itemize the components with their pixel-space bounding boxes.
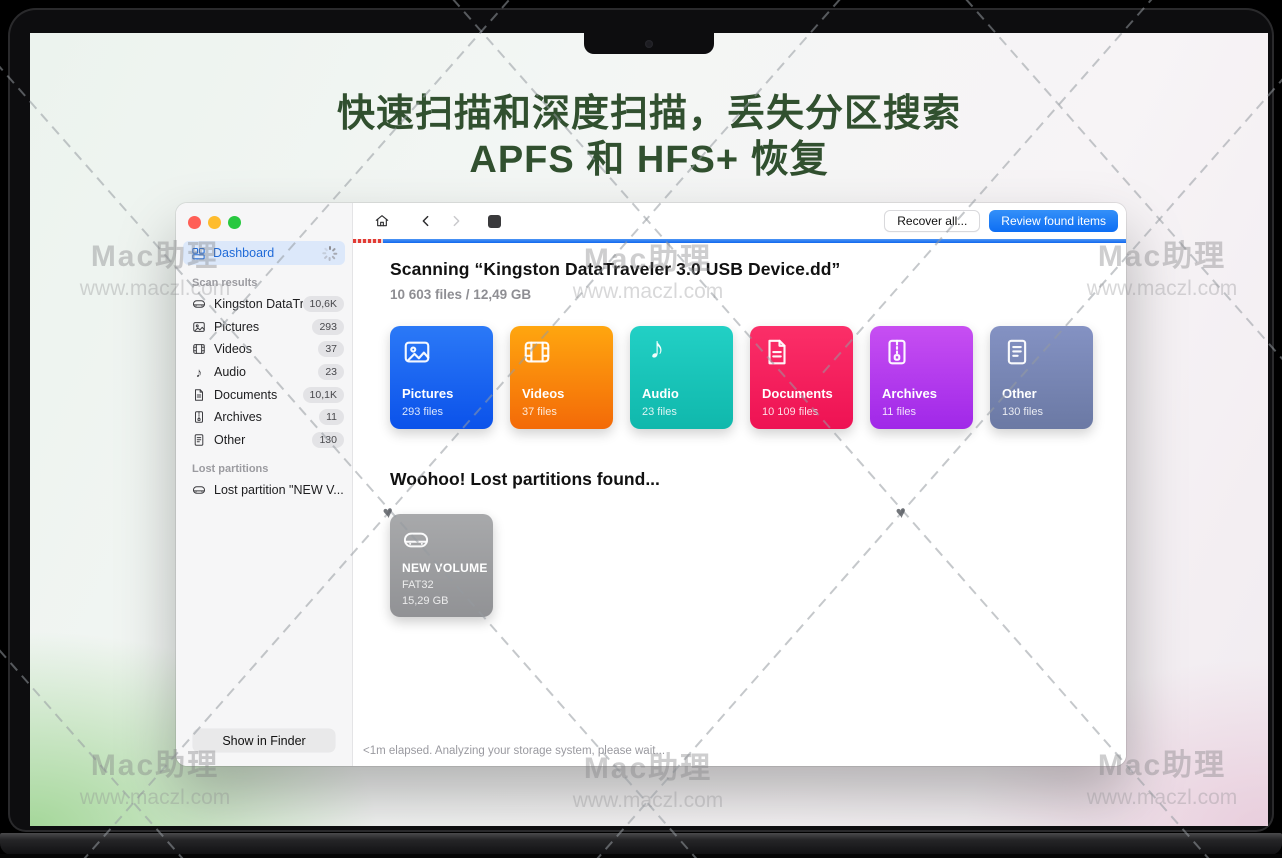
sidebar-item-label: Audio (214, 365, 246, 380)
status-bar: <1m elapsed. Analyzing your storage syst… (353, 736, 1126, 766)
sidebar-item-other[interactable]: Other 130 (176, 429, 352, 452)
lost-partitions-header: Lost partitions (192, 463, 269, 476)
card-label: Audio (642, 386, 679, 401)
card-archives[interactable]: Archives 11 files (870, 326, 973, 429)
sidebar-item-archives[interactable]: Archives 11 (176, 406, 352, 429)
sidebar-item-device[interactable]: Kingston DataTra... 10,6K (176, 293, 352, 316)
pictures-icon (193, 322, 205, 332)
show-in-finder-button[interactable]: Show in Finder (193, 729, 335, 752)
documents-icon (768, 339, 786, 365)
window-controls (176, 203, 352, 239)
documents-icon (195, 388, 203, 401)
card-files: 10 109 files (762, 406, 819, 418)
marketing-headline: 快速扫描和深度扫描，丢失分区搜索 APFS 和 HFS+ 恢复 (30, 91, 1268, 183)
disk-icon (192, 486, 206, 495)
card-label: Pictures (402, 386, 454, 401)
card-files: 23 files (642, 406, 677, 418)
status-text: <1m elapsed. Analyzing your storage syst… (363, 745, 666, 757)
laptop-base (0, 833, 1282, 855)
card-label: Videos (522, 386, 565, 401)
sidebar-item-videos[interactable]: Videos 37 (176, 338, 352, 361)
volume-name: NEW VOLUME (402, 561, 488, 575)
sidebar-item-count: 293 (312, 318, 344, 335)
sidebar-item-pictures[interactable]: Pictures 293 (176, 316, 352, 339)
scan-results-header: Scan results (192, 277, 258, 289)
lost-partitions-heading: Woohoo! Lost partitions found... (390, 469, 660, 489)
review-found-items-button[interactable]: Review found items (989, 210, 1118, 232)
toolbar: Recover all... Review found items (353, 203, 1126, 239)
audio-icon: ♪ (649, 332, 665, 365)
volume-filesystem: FAT32 (402, 579, 434, 591)
card-files: 130 files (1002, 406, 1043, 418)
back-button[interactable] (411, 209, 441, 233)
card-pictures[interactable]: Pictures 293 files (390, 326, 493, 429)
sidebar-item-label: Kingston DataTra... (214, 297, 303, 312)
dashboard-icon (192, 247, 205, 259)
sidebar: Dashboard Scan results Kingston DataTra.… (176, 203, 353, 766)
card-label: Other (1002, 386, 1037, 401)
card-videos[interactable]: Videos 37 files (510, 326, 613, 429)
lost-volume-card[interactable]: NEW VOLUME FAT32 15,29 GB (390, 514, 493, 617)
sidebar-item-dashboard[interactable]: Dashboard (183, 241, 345, 265)
recover-all-button[interactable]: Recover all... (884, 210, 981, 232)
card-files: 293 files (402, 406, 443, 418)
headline-line2: APFS 和 HFS+ 恢复 (469, 139, 829, 181)
archives-icon (195, 411, 203, 424)
scanning-subtitle: 10 603 files / 12,49 GB (390, 287, 532, 302)
headline-line1: 快速扫描和深度扫描，丢失分区搜索 (336, 93, 961, 135)
main-panel: Recover all... Review found items Scanni… (353, 203, 1126, 766)
sidebar-item-count: 11 (319, 409, 344, 426)
sidebar-item-lost-partition[interactable]: Lost partition "NEW V..." (176, 479, 352, 502)
sidebar-item-label: Pictures (214, 319, 260, 334)
card-files: 11 files (882, 406, 917, 418)
archives-icon (888, 339, 906, 365)
stop-icon (487, 214, 501, 228)
laptop-screen: 快速扫描和深度扫描，丢失分区搜索 APFS 和 HFS+ 恢复 Dashboar… (30, 33, 1268, 826)
camera-icon (645, 40, 653, 48)
stop-scan-button[interactable] (479, 209, 509, 233)
volume-size: 15,29 GB (402, 595, 449, 607)
sidebar-item-count: 23 (318, 364, 344, 381)
card-label: Archives (882, 386, 937, 401)
sidebar-item-count: 10,6K (302, 296, 344, 313)
sidebar-item-audio[interactable]: ♪ Audio 23 (176, 361, 352, 384)
notch (584, 33, 714, 54)
app-window: Dashboard Scan results Kingston DataTra.… (176, 203, 1126, 766)
scan-content: Scanning “Kingston DataTraveler 3.0 USB … (353, 243, 1126, 736)
laptop-frame: 快速扫描和深度扫描，丢失分区搜索 APFS 和 HFS+ 恢复 Dashboar… (8, 8, 1274, 832)
pictures-icon (404, 341, 430, 363)
category-cards: Pictures 293 files Videos 37 files ♪ Aud… (390, 326, 1126, 429)
card-other[interactable]: Other 130 files (990, 326, 1093, 429)
scanning-title: Scanning “Kingston DataTraveler 3.0 USB … (390, 259, 841, 279)
sidebar-item-count: 130 (312, 431, 344, 448)
disk-icon (403, 532, 429, 548)
sidebar-item-documents[interactable]: Documents 10,1K (176, 383, 352, 406)
videos-icon (524, 341, 550, 363)
sidebar-item-label: Archives (214, 410, 262, 425)
sidebar-item-label: Videos (214, 342, 252, 357)
laptop-base-shadow (0, 854, 1282, 858)
close-window-button[interactable] (188, 216, 201, 229)
card-documents[interactable]: Documents 10 109 files (750, 326, 853, 429)
sidebar-item-label: Documents (214, 387, 278, 402)
card-audio[interactable]: ♪ Audio 23 files (630, 326, 733, 429)
home-button[interactable] (367, 209, 397, 233)
other-icon (1007, 339, 1027, 365)
sidebar-item-count: 10,1K (302, 386, 344, 403)
activity-spinner-icon (322, 245, 338, 261)
forward-button[interactable] (441, 209, 471, 233)
sidebar-item-label: Lost partition "NEW V..." (214, 483, 344, 498)
disk-icon (192, 300, 206, 309)
minimize-window-button[interactable] (208, 216, 221, 229)
sidebar-item-label: Other (214, 432, 246, 447)
card-label: Documents (762, 386, 833, 401)
sidebar-item-count: 37 (318, 341, 344, 358)
videos-icon (193, 344, 205, 355)
zoom-window-button[interactable] (228, 216, 241, 229)
audio-icon: ♪ (195, 364, 203, 380)
other-icon (194, 434, 204, 446)
card-files: 37 files (522, 406, 557, 418)
dashboard-label: Dashboard (213, 246, 275, 260)
